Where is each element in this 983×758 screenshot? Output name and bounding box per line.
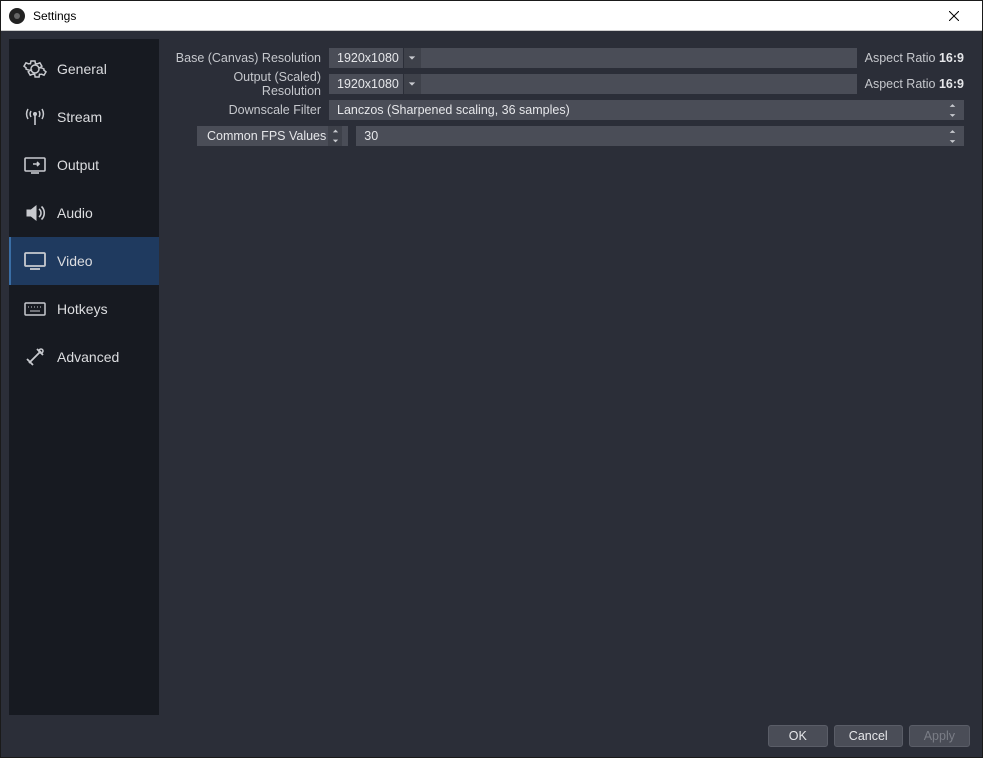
fps-mode-combo[interactable]: Common FPS Values bbox=[197, 126, 348, 146]
stepper-icon[interactable] bbox=[944, 100, 960, 120]
downscale-filter-value: Lanczos (Sharpened scaling, 36 samples) bbox=[337, 103, 570, 117]
dialog-footer: OK Cancel Apply bbox=[1, 723, 982, 757]
output-resolution-label: Output (Scaled) Resolution bbox=[171, 70, 321, 98]
stepper-icon[interactable] bbox=[328, 126, 342, 146]
sidebar-item-hotkeys[interactable]: Hotkeys bbox=[9, 285, 159, 333]
downscale-filter-combo[interactable]: Lanczos (Sharpened scaling, 36 samples) bbox=[329, 100, 964, 120]
ok-button[interactable]: OK bbox=[768, 725, 828, 747]
sidebar-item-label: Audio bbox=[57, 205, 93, 221]
keyboard-icon bbox=[23, 297, 47, 321]
apply-button: Apply bbox=[909, 725, 970, 747]
titlebar: Settings bbox=[1, 1, 982, 31]
gear-icon bbox=[23, 57, 47, 81]
stepper-icon[interactable] bbox=[944, 126, 960, 146]
fps-mode-value: Common FPS Values bbox=[207, 129, 326, 143]
fps-value: 30 bbox=[364, 129, 378, 143]
monitor-icon bbox=[23, 249, 47, 273]
sidebar-item-advanced[interactable]: Advanced bbox=[9, 333, 159, 381]
sidebar-item-general[interactable]: General bbox=[9, 45, 159, 93]
antenna-icon bbox=[23, 105, 47, 129]
sidebar-item-stream[interactable]: Stream bbox=[9, 93, 159, 141]
speaker-icon bbox=[23, 201, 47, 225]
sidebar-item-output[interactable]: Output bbox=[9, 141, 159, 189]
settings-sidebar: General Stream Output Audio Video bbox=[9, 39, 159, 715]
base-resolution-value: 1920x1080 bbox=[337, 51, 399, 65]
output-resolution-value: 1920x1080 bbox=[337, 77, 399, 91]
output-icon bbox=[23, 153, 47, 177]
sidebar-item-label: Advanced bbox=[57, 349, 119, 365]
video-settings-panel: Base (Canvas) Resolution 1920x1080 Aspec… bbox=[167, 39, 974, 715]
base-aspect-ratio: Aspect Ratio 16:9 bbox=[865, 51, 964, 65]
tools-icon bbox=[23, 345, 47, 369]
output-resolution-combo[interactable]: 1920x1080 bbox=[329, 74, 857, 94]
sidebar-item-label: General bbox=[57, 61, 107, 77]
sidebar-item-label: Output bbox=[57, 157, 99, 173]
downscale-filter-label: Downscale Filter bbox=[171, 103, 321, 117]
window-title: Settings bbox=[33, 9, 76, 23]
sidebar-item-video[interactable]: Video bbox=[9, 237, 159, 285]
sidebar-item-label: Stream bbox=[57, 109, 102, 125]
chevron-down-icon[interactable] bbox=[403, 48, 421, 68]
chevron-down-icon[interactable] bbox=[403, 74, 421, 94]
close-button[interactable] bbox=[934, 1, 974, 31]
sidebar-item-audio[interactable]: Audio bbox=[9, 189, 159, 237]
sidebar-item-label: Video bbox=[57, 253, 93, 269]
base-resolution-label: Base (Canvas) Resolution bbox=[171, 51, 321, 65]
output-aspect-ratio: Aspect Ratio 16:9 bbox=[865, 77, 964, 91]
base-resolution-combo[interactable]: 1920x1080 bbox=[329, 48, 857, 68]
app-icon bbox=[9, 8, 25, 24]
sidebar-item-label: Hotkeys bbox=[57, 301, 108, 317]
fps-value-combo[interactable]: 30 bbox=[356, 126, 964, 146]
cancel-button[interactable]: Cancel bbox=[834, 725, 903, 747]
